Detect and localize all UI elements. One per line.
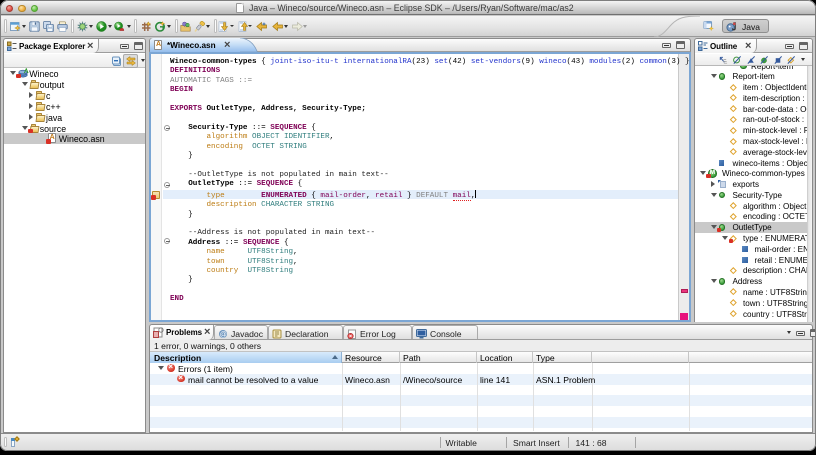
svg-text:@: @ bbox=[220, 332, 227, 339]
